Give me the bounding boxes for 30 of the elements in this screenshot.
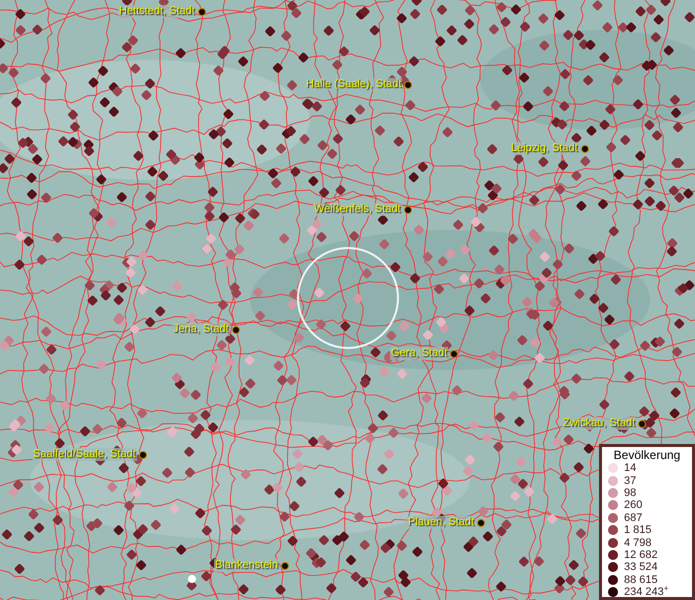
legend-value: 4 798 <box>624 536 652 549</box>
place-label: Gera, Stadt <box>390 347 448 360</box>
legend-value: 12 682 <box>624 548 658 561</box>
place-label: Plauen, Stadt <box>407 516 476 529</box>
city-marker-icon <box>232 326 240 334</box>
city-marker-icon <box>450 350 458 358</box>
city-marker-icon <box>138 450 147 458</box>
place-label: Halle (Saale), Stadt <box>305 78 402 91</box>
place-label: Leipzig, Stadt <box>510 142 579 155</box>
place-label: Hettstedt, Stadt <box>118 5 196 18</box>
city-marker-icon <box>580 144 589 152</box>
legend-value: 33 524 <box>624 561 658 574</box>
place-label: Jena, Stadt <box>172 323 230 336</box>
place-label: Weißenfels, Stadt <box>313 203 402 216</box>
city-marker-icon <box>477 518 486 526</box>
place-label: Zwickau, Stadt <box>562 417 636 430</box>
legend-value: 37 <box>624 474 636 487</box>
legend-value: 98 <box>624 486 636 499</box>
legend-value: 260 <box>624 499 642 512</box>
legend-value: 1 815 <box>624 524 652 536</box>
place-label: Saalfeld/Saale, Stadt <box>32 448 137 461</box>
city-marker-icon <box>281 562 289 570</box>
legend-value: 88 615 <box>624 574 658 586</box>
city-marker-icon <box>638 420 646 428</box>
legend-title: Bevölkerung <box>612 448 682 462</box>
legend-value: 234 243$^{+}$ <box>624 586 669 598</box>
place-label: Blankenstein <box>214 559 279 572</box>
city-marker-icon <box>198 8 206 16</box>
legend-value: 687 <box>624 512 642 524</box>
legend-value: 14 <box>624 462 636 474</box>
